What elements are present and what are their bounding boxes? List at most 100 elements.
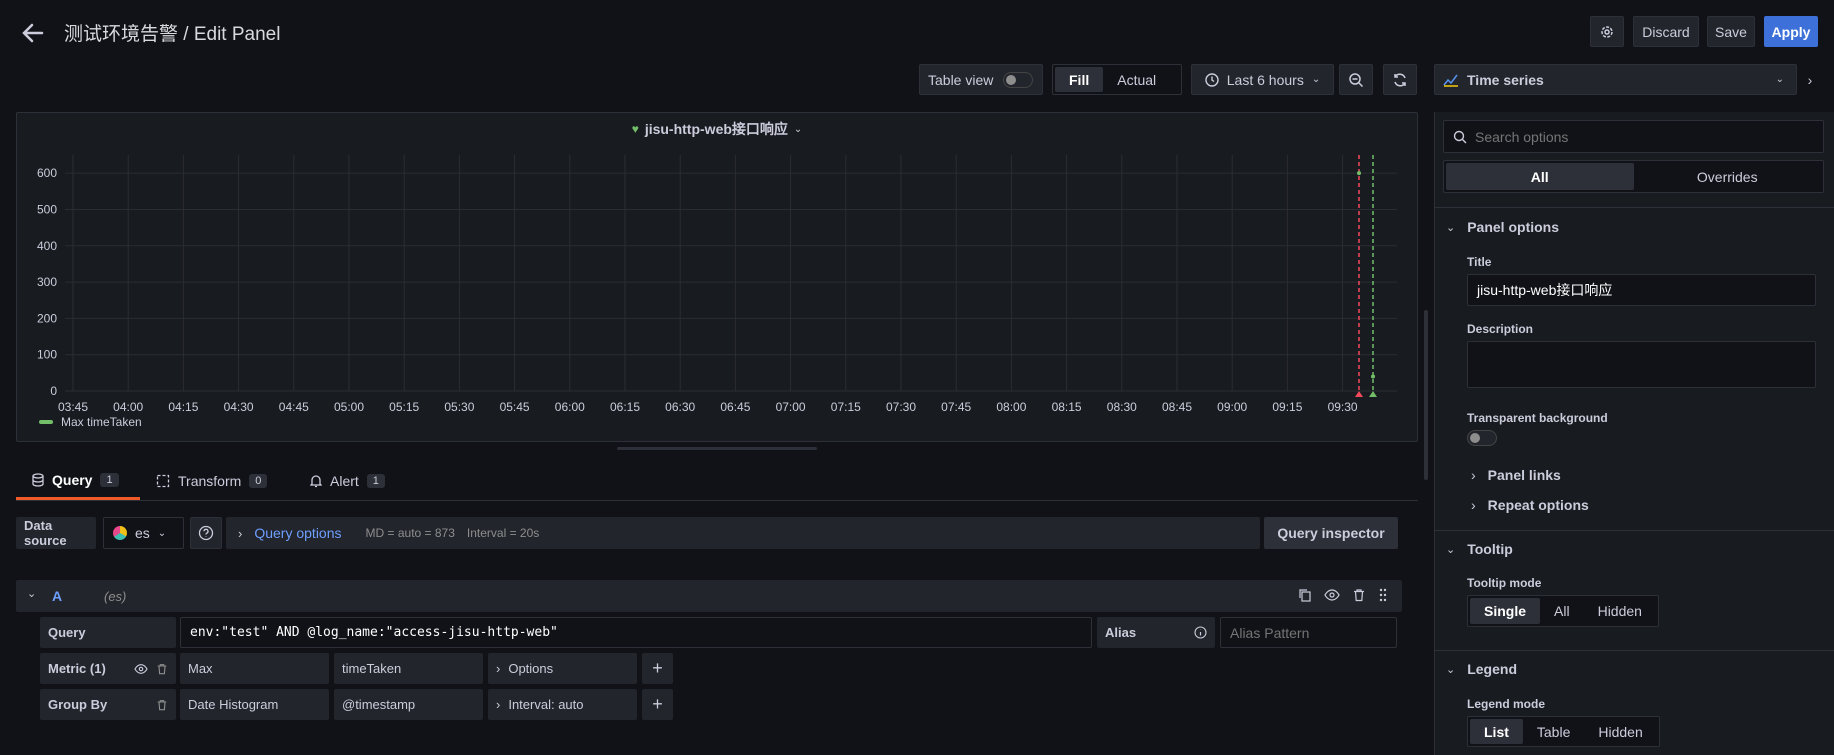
bell-icon — [310, 475, 322, 488]
tooltip-header[interactable]: ⌄ Tooltip — [1446, 541, 1513, 557]
tab-query[interactable]: Query 1 — [16, 462, 140, 500]
y-tick-label: 0 — [50, 384, 57, 398]
alias-label: Alias — [1105, 625, 1137, 640]
tooltip-mode-all[interactable]: All — [1540, 598, 1584, 624]
chevron-down-icon: ⌄ — [1446, 221, 1456, 234]
search-icon — [1453, 130, 1467, 143]
table-view-switch[interactable] — [1003, 71, 1034, 88]
chevron-down-icon: ⌄ — [793, 123, 803, 135]
add-groupby-button[interactable]: + — [642, 689, 673, 720]
transparent-toggle[interactable] — [1467, 430, 1497, 446]
tab-alert-label: Alert — [330, 473, 359, 489]
annotation-marker — [1355, 391, 1363, 397]
metric-field-select[interactable]: timeTaken — [334, 653, 483, 684]
zoom-out-icon — [1349, 72, 1364, 87]
gear-icon — [1601, 25, 1613, 38]
repeat-options-header[interactable]: › Repeat options — [1471, 497, 1589, 513]
groupby-label: Group By — [48, 697, 108, 712]
back-arrow-icon[interactable] — [20, 20, 46, 46]
heart-icon: ♥ — [631, 122, 639, 136]
legend-mode-list[interactable]: List — [1470, 719, 1523, 744]
tab-all[interactable]: All — [1446, 163, 1634, 190]
metric-options[interactable]: › Options — [488, 653, 637, 684]
title-input[interactable]: jisu-http-web接口响应 — [1467, 274, 1816, 306]
x-tick-label: 08:00 — [996, 400, 1026, 414]
save-button[interactable]: Save — [1707, 16, 1755, 47]
fill-option[interactable]: Fill — [1055, 67, 1104, 92]
description-textarea[interactable] — [1467, 341, 1816, 388]
trash-icon[interactable] — [156, 663, 168, 675]
search-options-input[interactable] — [1475, 128, 1795, 145]
groupby-field-select[interactable]: @timestamp — [334, 689, 483, 720]
datasource-value: es — [135, 525, 150, 541]
apply-button[interactable]: Apply — [1764, 16, 1818, 47]
trash-icon[interactable] — [156, 699, 168, 711]
table-view-toggle[interactable]: Table view — [919, 64, 1043, 95]
y-tick-label: 600 — [37, 166, 57, 180]
options-divider — [1434, 650, 1834, 651]
metric-type-select[interactable]: Max — [180, 653, 329, 684]
tabs-divider — [16, 500, 1418, 501]
tooltip-mode-toggle[interactable]: Single All Hidden — [1467, 595, 1659, 627]
time-range-picker[interactable]: Last 6 hours ⌄ — [1191, 64, 1334, 95]
tooltip-mode-single[interactable]: Single — [1470, 598, 1541, 624]
legend-mode-table[interactable]: Table — [1523, 719, 1584, 744]
query-options-bar[interactable]: › Query options MD = auto = 873 Interval… — [226, 517, 1260, 549]
actual-option[interactable]: Actual — [1103, 67, 1170, 92]
panel-links-header[interactable]: › Panel links — [1471, 467, 1561, 483]
query-ref[interactable]: A — [52, 588, 62, 604]
zoom-out-button[interactable] — [1339, 64, 1373, 95]
x-tick-label: 05:45 — [500, 400, 530, 414]
chevron-right-icon: › — [1807, 71, 1813, 88]
collapse-options-button[interactable]: › — [1802, 64, 1818, 95]
legend-item[interactable]: Max timeTaken — [39, 415, 142, 429]
chart-area[interactable]: 600 500 400 300 200 100 003:45 04:00 04:15 04:30 0… — [17, 143, 1417, 423]
legend-mode-toggle[interactable]: List Table Hidden — [1467, 716, 1660, 747]
tab-transform-count: 0 — [249, 474, 268, 488]
panel-header[interactable]: ♥ jisu-http-web接口响应 ⌄ — [17, 119, 1417, 139]
groupby-type-select[interactable]: Date Histogram — [180, 689, 329, 720]
query-row-header[interactable] — [16, 580, 1402, 612]
add-metric-button[interactable]: + — [642, 653, 673, 684]
settings-button[interactable] — [1590, 16, 1624, 47]
data-point — [1371, 374, 1375, 379]
info-icon[interactable] — [1194, 626, 1207, 639]
clock-icon — [1205, 72, 1219, 87]
alias-input[interactable] — [1220, 617, 1397, 648]
eye-icon[interactable] — [1324, 588, 1340, 602]
groupby-interval[interactable]: › Interval: auto — [488, 689, 637, 720]
datasource-picker[interactable]: es ⌄ — [103, 517, 184, 549]
trash-icon[interactable] — [1352, 588, 1366, 602]
tab-overrides[interactable]: Overrides — [1634, 163, 1822, 190]
legend-header[interactable]: ⌄ Legend — [1446, 661, 1517, 677]
collapse-chevron-icon[interactable]: ⌄ — [27, 587, 36, 600]
drag-handle-icon[interactable] — [1378, 588, 1388, 602]
tooltip-mode-hidden[interactable]: Hidden — [1584, 598, 1656, 624]
visualization-label: Time series — [1467, 71, 1544, 88]
md-info: MD = auto = 873 — [365, 526, 455, 540]
tab-transform[interactable]: Transform 0 — [156, 462, 268, 500]
fill-actual-toggle[interactable]: Fill Actual — [1052, 64, 1182, 95]
visualization-picker[interactable]: Time series ⌄ — [1434, 64, 1797, 95]
elasticsearch-icon — [113, 526, 127, 540]
copy-icon[interactable] — [1298, 588, 1312, 602]
plus-icon: + — [652, 694, 663, 714]
x-tick-label: 03:45 — [58, 400, 88, 414]
tab-alert[interactable]: Alert 1 — [310, 462, 385, 500]
help-button[interactable] — [190, 517, 222, 549]
vertical-scrollbar[interactable] — [1424, 310, 1428, 480]
query-inspector-button[interactable]: Query inspector — [1264, 517, 1398, 549]
table-view-label: Table view — [928, 71, 994, 88]
discard-button[interactable]: Discard — [1633, 16, 1699, 47]
resize-handle[interactable] — [617, 447, 817, 450]
legend-mode-hidden[interactable]: Hidden — [1584, 719, 1656, 744]
x-tick-label: 08:30 — [1107, 400, 1137, 414]
x-tick-label: 09:15 — [1272, 400, 1302, 414]
options-tabs[interactable]: All Overrides — [1443, 160, 1824, 193]
panel-options-header[interactable]: ⌄ Panel options — [1446, 219, 1559, 235]
x-tick-label: 05:15 — [389, 400, 419, 414]
query-input[interactable]: env:"test" AND @log_name:"access-jisu-ht… — [180, 617, 1092, 648]
eye-icon[interactable] — [134, 663, 148, 675]
refresh-button[interactable] — [1383, 64, 1417, 95]
search-options-box[interactable] — [1443, 120, 1824, 153]
